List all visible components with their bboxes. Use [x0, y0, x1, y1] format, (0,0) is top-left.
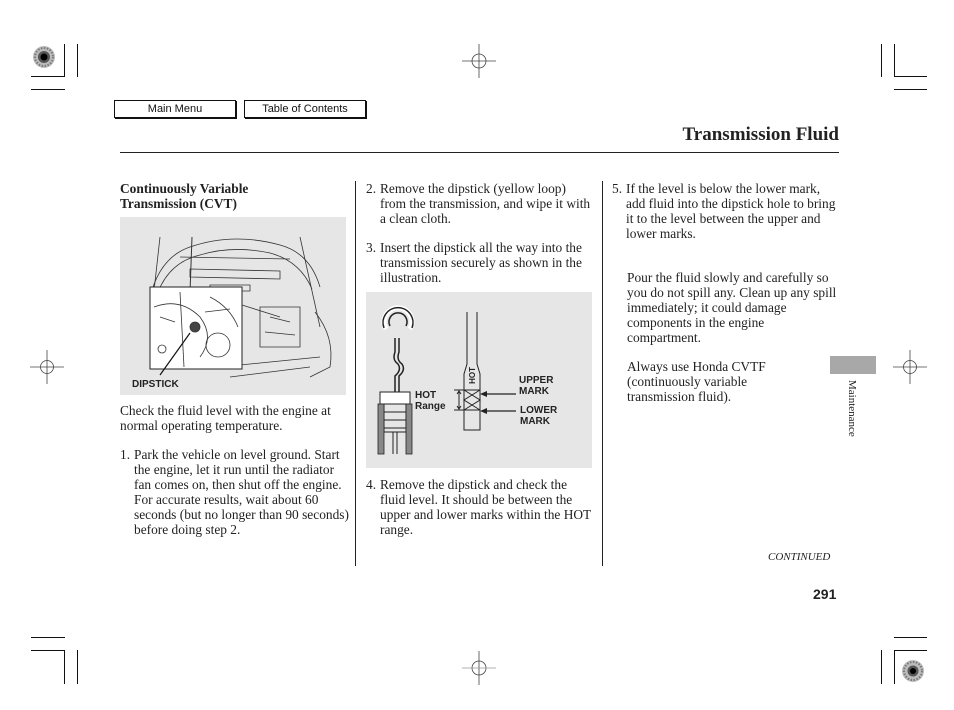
dipstick-label: DIPSTICK — [132, 379, 179, 390]
page-number: 291 — [813, 586, 837, 602]
cvtf-paragraph: Always use Honda CVTF (continuously vari… — [627, 359, 766, 404]
step-3: 3. Insert the dipstick all the way into … — [366, 240, 594, 285]
step-number: 1. — [120, 447, 131, 462]
main-menu-button[interactable]: Main Menu — [114, 100, 236, 118]
hot-mark-label: HOT — [468, 367, 477, 384]
crosshair-icon — [893, 350, 927, 384]
hot-range-label: HOT Range — [415, 390, 446, 412]
continued-label: CONTINUED — [768, 551, 831, 563]
lower-mark-line-2: MARK — [520, 416, 550, 427]
title-rule — [120, 152, 839, 153]
step-number: 5. — [612, 181, 623, 196]
step-text: Remove the dipstick and check the fluid … — [380, 477, 591, 537]
crosshair-icon — [30, 350, 64, 384]
dipstick-illustration: HOT HOT Range UPPER MARK LOWER MARK — [366, 292, 592, 468]
crosshair-icon — [462, 651, 496, 685]
hot-range-line-1: HOT — [415, 390, 437, 401]
column-divider — [602, 181, 603, 566]
section-tab-label: Maintenance — [846, 380, 858, 437]
column-divider — [355, 181, 356, 566]
heading-line-2: Transmission (CVT) — [120, 196, 237, 211]
step-number: 3. — [366, 240, 377, 255]
engine-bay-illustration: DIPSTICK — [120, 217, 346, 395]
intro-paragraph: Check the fluid level with the engine at… — [120, 403, 331, 433]
hot-range-line-2: Range — [415, 401, 446, 412]
pour-paragraph: Pour the fluid slowly and carefully so y… — [627, 270, 837, 345]
step-1: 1. Park the vehicle on level ground. Sta… — [120, 447, 350, 537]
engine-bay-drawing — [149, 236, 332, 378]
lower-mark-line-1: LOWER — [520, 405, 558, 416]
page-title: Transmission Fluid — [682, 124, 839, 145]
step-number: 4. — [366, 477, 377, 492]
section-tab[interactable] — [830, 356, 876, 374]
step-5: 5. If the level is below the lower mark,… — [612, 181, 838, 241]
step-text: Park the vehicle on level ground. Start … — [134, 447, 349, 537]
step-text: Insert the dipstick all the way into the… — [380, 240, 582, 285]
heading-line-1: Continuously Variable — [120, 181, 249, 196]
step-number: 2. — [366, 181, 377, 196]
section-heading: Continuously Variable Transmission (CVT) — [120, 181, 350, 211]
upper-mark-label: UPPER MARK — [519, 375, 553, 397]
upper-mark-line-2: MARK — [519, 386, 549, 397]
crosshair-icon — [462, 44, 496, 78]
lower-mark-label: LOWER MARK — [520, 405, 557, 427]
step-2: 2. Remove the dipstick (yellow loop) fro… — [366, 181, 594, 226]
dipstick-drawing — [377, 305, 516, 455]
registration-target-icon — [902, 660, 924, 682]
registration-target-icon — [33, 46, 55, 68]
step-text: If the level is below the lower mark, ad… — [626, 181, 836, 241]
step-text: Remove the dipstick (yellow loop) from t… — [380, 181, 591, 226]
table-of-contents-button[interactable]: Table of Contents — [244, 100, 366, 118]
upper-mark-line-1: UPPER — [519, 375, 554, 386]
step-4: 4. Remove the dipstick and check the flu… — [366, 477, 594, 537]
